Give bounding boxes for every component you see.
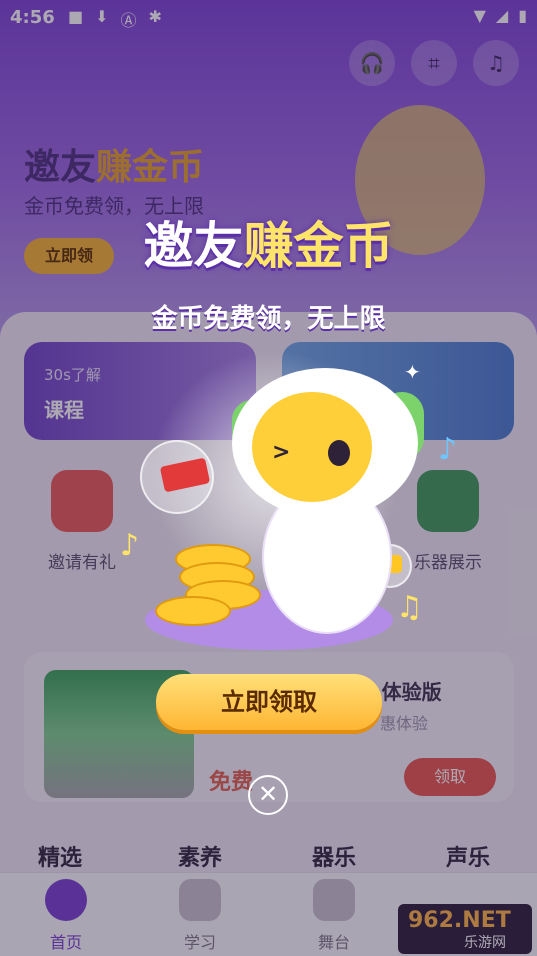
bear-wink-icon: > — [272, 440, 291, 465]
music-note-icon: ♫ — [396, 590, 423, 625]
coin-icon — [155, 596, 231, 626]
coin-stack-image — [155, 540, 265, 630]
music-note-icon: ♪ — [438, 432, 458, 467]
music-note-icon: ♪ — [120, 528, 140, 563]
close-icon[interactable]: ✕ — [248, 775, 288, 815]
bear-eye-icon — [328, 440, 350, 466]
claim-now-button[interactable]: 立即领取 — [156, 674, 382, 730]
sparkle-icon: ✦ — [404, 360, 421, 384]
app-screen: 4:56 ■ ⬇ Ⓐ ✱ ▼ ◢ ▮ 🎧 ⌗ ♫ 邀友赚金币 金币免费领，无上限… — [0, 0, 537, 956]
popup-subtitle: 金币免费领，无上限 — [151, 304, 386, 334]
popup-title: 邀友赚金币 — [143, 217, 394, 275]
bear-face-image — [252, 392, 372, 502]
